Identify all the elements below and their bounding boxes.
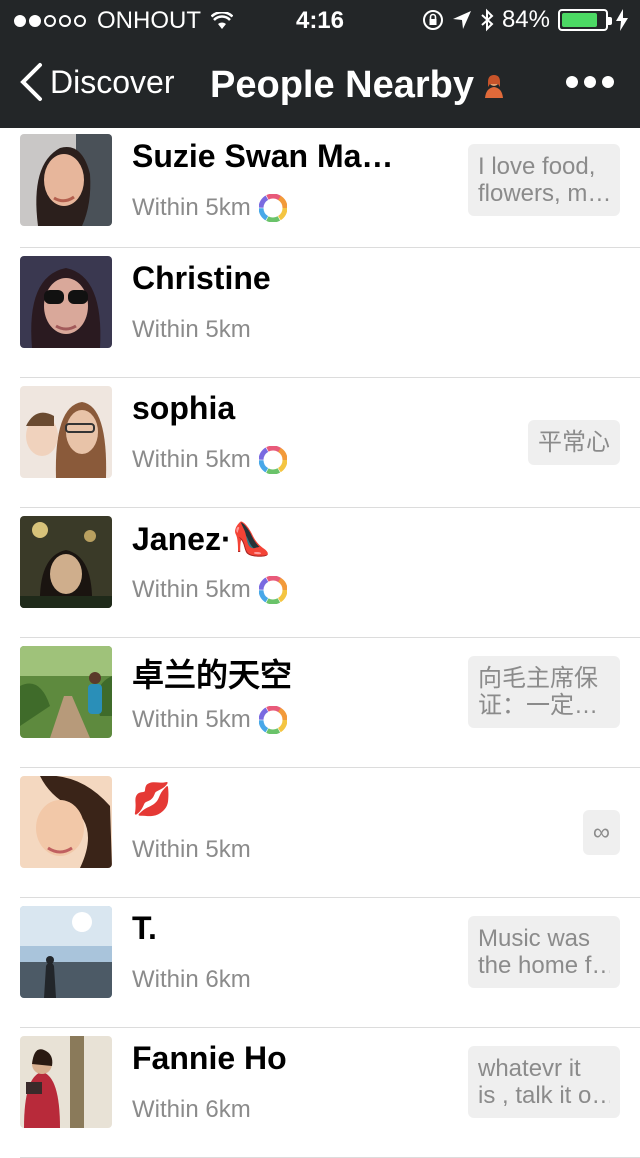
bluetooth-icon	[481, 8, 494, 32]
moments-icon	[258, 576, 287, 604]
distance-text: Within 6km	[132, 966, 251, 993]
moments-icon	[258, 706, 287, 734]
distance-text: Within 5km	[132, 576, 251, 603]
distance-label: Within 5km	[132, 316, 251, 344]
back-button-label: Discover	[50, 63, 175, 100]
whats-up-line: 向毛主席保	[478, 665, 598, 692]
whats-up-line: flowers, m…	[478, 180, 610, 207]
whats-up-bubble: 向毛主席保 证：一定…	[468, 656, 620, 728]
avatar[interactable]	[20, 386, 112, 478]
charging-icon	[616, 9, 628, 31]
distance-text: Within 5km	[132, 706, 251, 733]
whats-up-line: the home f…	[478, 952, 610, 979]
whats-up-line: Music was	[478, 925, 591, 952]
person-name: 💋	[132, 781, 172, 817]
list-item[interactable]: Christine Within 5km	[20, 248, 640, 378]
moments-icon	[258, 446, 287, 474]
moments-icon	[258, 194, 287, 222]
whats-up-line: ∞	[592, 819, 610, 846]
distance-text: Within 5km	[132, 316, 251, 343]
distance-text: Within 6km	[132, 1096, 251, 1123]
person-name: T.	[132, 910, 157, 946]
distance-text: Within 5km	[132, 194, 251, 221]
distance-label: Within 5km	[132, 446, 287, 474]
distance-label: Within 5km	[132, 836, 251, 864]
avatar[interactable]	[20, 256, 112, 348]
avatar[interactable]	[20, 516, 112, 608]
person-name: Janez·👠	[132, 521, 272, 557]
list-item[interactable]: sophia Within 5km 平常心	[20, 378, 640, 508]
list-item[interactable]: Suzie Swan Ma… Within 5km I love food, flow…	[20, 128, 640, 248]
distance-text: Within 5km	[132, 446, 251, 473]
whats-up-bubble: ∞	[582, 810, 620, 855]
top-bar: ONHOUT 4:16 84% Discover People Nearby	[0, 0, 640, 128]
person-name: Christine	[132, 260, 271, 296]
distance-label: Within 5km	[132, 576, 287, 604]
location-icon	[452, 11, 471, 29]
list-item[interactable]: T. Within 6km Music was the home f…	[20, 898, 640, 1028]
page-title-text: People Nearby	[210, 64, 474, 106]
people-list: Suzie Swan Ma… Within 5km I love food, flow…	[0, 128, 640, 1158]
distance-label: Within 5km	[132, 194, 287, 222]
person-name: sophia	[132, 390, 236, 426]
list-item[interactable]: Fannie Ho Within 6km whatevr it is , talk i…	[20, 1028, 640, 1158]
distance-label: Within 6km	[132, 1096, 251, 1124]
whats-up-line: I love food,	[478, 153, 596, 180]
whats-up-line: is , talk it o…	[478, 1082, 610, 1109]
page-title: People Nearby	[210, 64, 506, 107]
more-options-button[interactable]	[560, 76, 614, 88]
list-item[interactable]: 💋 Within 5km ∞	[20, 768, 640, 898]
battery-level	[562, 13, 598, 27]
rotation-lock-icon	[422, 10, 443, 30]
navigation-bar: Discover People Nearby	[0, 40, 640, 128]
list-item[interactable]: 卓兰的天空 Within 5km 向毛主席保 证：一定…	[20, 638, 640, 768]
female-person-icon	[485, 74, 503, 98]
whats-up-bubble: Music was the home f…	[468, 916, 620, 988]
battery-percentage: 84%	[501, 6, 550, 33]
distance-label: Within 5km	[132, 706, 287, 734]
whats-up-bubble: I love food, flowers, m…	[468, 144, 620, 216]
person-name: 卓兰的天空	[132, 657, 293, 693]
avatar[interactable]	[20, 646, 112, 738]
avatar[interactable]	[20, 1036, 112, 1128]
whats-up-line: whatevr it	[478, 1055, 581, 1082]
list-item[interactable]: Janez·👠 Within 5km	[20, 508, 640, 638]
status-bar: ONHOUT 4:16 84%	[0, 0, 640, 40]
person-name: Suzie Swan Ma…	[132, 138, 394, 174]
whats-up-bubble: 平常心	[528, 420, 620, 465]
battery-icon	[558, 9, 612, 31]
avatar[interactable]	[20, 134, 112, 226]
chevron-left-icon	[20, 63, 42, 101]
person-name: Fannie Ho	[132, 1040, 287, 1076]
avatar[interactable]	[20, 906, 112, 998]
distance-label: Within 6km	[132, 966, 251, 994]
distance-text: Within 5km	[132, 836, 251, 863]
back-button[interactable]: Discover	[18, 62, 174, 102]
avatar[interactable]	[20, 776, 112, 868]
whats-up-line: 平常心	[538, 429, 610, 456]
whats-up-bubble: whatevr it is , talk it o…	[468, 1046, 620, 1118]
whats-up-line: 证：一定…	[478, 692, 598, 719]
